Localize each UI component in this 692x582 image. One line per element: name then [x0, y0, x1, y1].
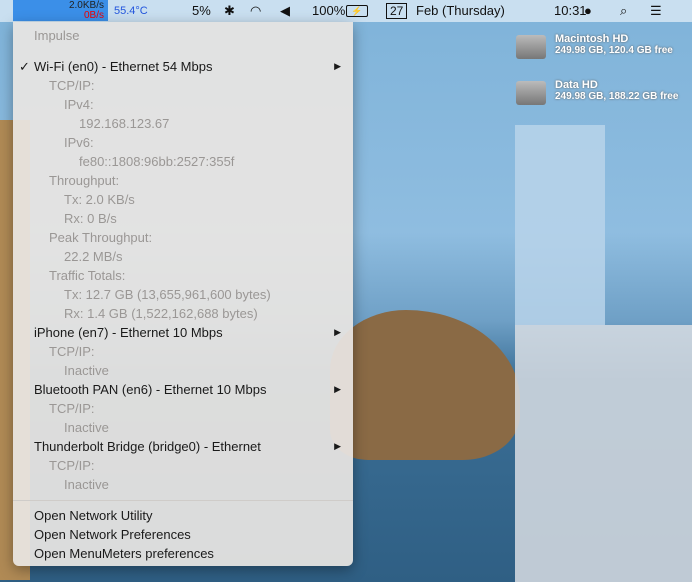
network-meter[interactable]: 2.0KB/s 0B/s — [13, 0, 108, 21]
item-label: 192.168.123.67 — [79, 116, 170, 131]
item-label: Tx: 12.7 GB (13,655,961,600 bytes) — [64, 287, 271, 302]
blurred-desktop-items — [515, 125, 605, 325]
item-label: Inactive — [64, 363, 109, 378]
interface-detail: TCP/IP: — [13, 456, 353, 475]
drive-name: Macintosh HD — [555, 33, 629, 45]
submenu-arrow-icon: ▶ — [334, 384, 341, 394]
clock[interactable]: 10:31 — [554, 3, 587, 18]
meter-rx: 0B/s — [83, 10, 104, 21]
interface-detail: TCP/IP: — [13, 342, 353, 361]
network-interface-item[interactable]: iPhone (en7) - Ethernet 10 Mbps ▶ — [13, 323, 353, 342]
cpu-meter[interactable]: 5% — [192, 3, 211, 18]
battery-icon[interactable]: ⚡ — [346, 5, 368, 17]
item-label: IPv6: — [64, 135, 94, 150]
battery-percent[interactable]: 100% — [312, 3, 345, 18]
drive-info: 249.98 GB, 188.22 GB free — [555, 91, 679, 102]
menu-header: Impulse — [34, 28, 80, 43]
item-label: Traffic Totals: — [49, 268, 126, 283]
interface-detail: 22.2 MB/s — [13, 247, 353, 266]
open-network-utility[interactable]: Open Network Utility — [13, 506, 353, 525]
interface-detail: 192.168.123.67 — [13, 114, 353, 133]
item-label: TCP/IP: — [49, 78, 95, 93]
user-icon[interactable]: ● — [584, 3, 592, 18]
hard-drive-icon — [516, 81, 546, 105]
wifi-icon[interactable]: ◠ — [250, 3, 261, 19]
interface-detail: IPv4: — [13, 95, 353, 114]
menu-bar: 2.0KB/s 0B/s 55.4°C 5% ✱ ◠ ◀ 100% ⚡ 27 F… — [0, 0, 692, 22]
item-label: IPv4: — [64, 97, 94, 112]
interface-detail: Tx: 12.7 GB (13,655,961,600 bytes) — [13, 285, 353, 304]
item-label: 22.2 MB/s — [64, 249, 123, 264]
submenu-arrow-icon: ▶ — [334, 327, 341, 337]
checkmark-icon: ✓ — [19, 59, 30, 74]
drive-macintosh-hd[interactable]: Macintosh HD 249.98 GB, 120.4 GB free — [516, 33, 673, 59]
interface-detail: TCP/IP: — [13, 399, 353, 418]
drive-name: Data HD — [555, 79, 598, 91]
interface-detail: Inactive — [13, 475, 353, 494]
drive-info: 249.98 GB, 120.4 GB free — [555, 45, 673, 56]
item-label: Throughput: — [49, 173, 120, 188]
interface-detail: Inactive — [13, 418, 353, 437]
interface-detail: Inactive — [13, 361, 353, 380]
blurred-desktop-items — [515, 325, 692, 582]
interface-detail: Tx: 2.0 KB/s — [13, 190, 353, 209]
open-network-preferences[interactable]: Open Network Preferences — [13, 525, 353, 544]
impulse-network-menu: Impulse ✓ Wi-Fi (en0) - Ethernet 54 Mbps ▶… — [13, 22, 353, 566]
item-label: Thunderbolt Bridge (bridge0) - Ethernet — [34, 439, 261, 454]
item-label: TCP/IP: — [49, 458, 95, 473]
item-label: Tx: 2.0 KB/s — [64, 192, 135, 207]
coastline-rock — [330, 310, 520, 460]
volume-icon[interactable]: ◀ — [280, 3, 290, 19]
interface-detail: Rx: 1.4 GB (1,522,162,688 bytes) — [13, 304, 353, 323]
temperature[interactable]: 55.4°C — [114, 5, 148, 17]
item-label: Bluetooth PAN (en6) - Ethernet 10 Mbps — [34, 382, 267, 397]
network-interface-item[interactable]: ✓ Wi-Fi (en0) - Ethernet 54 Mbps ▶ — [13, 57, 353, 76]
date-day-badge[interactable]: 27 — [386, 3, 408, 19]
drive-data-hd[interactable]: Data HD 249.98 GB, 188.22 GB free — [516, 79, 679, 105]
item-label: Inactive — [64, 477, 109, 492]
interface-detail: IPv6: — [13, 133, 353, 152]
interface-detail: Throughput: — [13, 171, 353, 190]
interface-detail: Peak Throughput: — [13, 228, 353, 247]
menu-separator — [13, 500, 353, 501]
interface-detail: Rx: 0 B/s — [13, 209, 353, 228]
item-label: Rx: 0 B/s — [64, 211, 117, 226]
item-label: Peak Throughput: — [49, 230, 153, 245]
item-label: Rx: 1.4 GB (1,522,162,688 bytes) — [64, 306, 258, 321]
network-interface-item[interactable]: Thunderbolt Bridge (bridge0) - Ethernet ▶ — [13, 437, 353, 456]
date-text[interactable]: Feb (Thursday) — [416, 3, 505, 18]
item-label: TCP/IP: — [49, 344, 95, 359]
interface-detail: Traffic Totals: — [13, 266, 353, 285]
item-label: iPhone (en7) - Ethernet 10 Mbps — [34, 325, 223, 340]
open-menumeters-preferences[interactable]: Open MenuMeters preferences — [13, 544, 353, 563]
item-label: fe80::1808:96bb:2527:355f — [79, 154, 235, 169]
notification-center-icon[interactable]: ☰ — [650, 3, 662, 19]
item-label: TCP/IP: — [49, 401, 95, 416]
hard-drive-icon — [516, 35, 546, 59]
search-icon[interactable]: ⌕ — [620, 3, 627, 19]
item-label: Inactive — [64, 420, 109, 435]
interface-detail: TCP/IP: — [13, 76, 353, 95]
network-interface-item[interactable]: Bluetooth PAN (en6) - Ethernet 10 Mbps ▶ — [13, 380, 353, 399]
submenu-arrow-icon: ▶ — [334, 441, 341, 451]
bluetooth-icon[interactable]: ✱ — [224, 3, 235, 19]
item-label: Wi-Fi (en0) - Ethernet 54 Mbps — [34, 59, 213, 74]
submenu-arrow-icon: ▶ — [334, 61, 341, 71]
interface-detail: fe80::1808:96bb:2527:355f — [13, 152, 353, 171]
